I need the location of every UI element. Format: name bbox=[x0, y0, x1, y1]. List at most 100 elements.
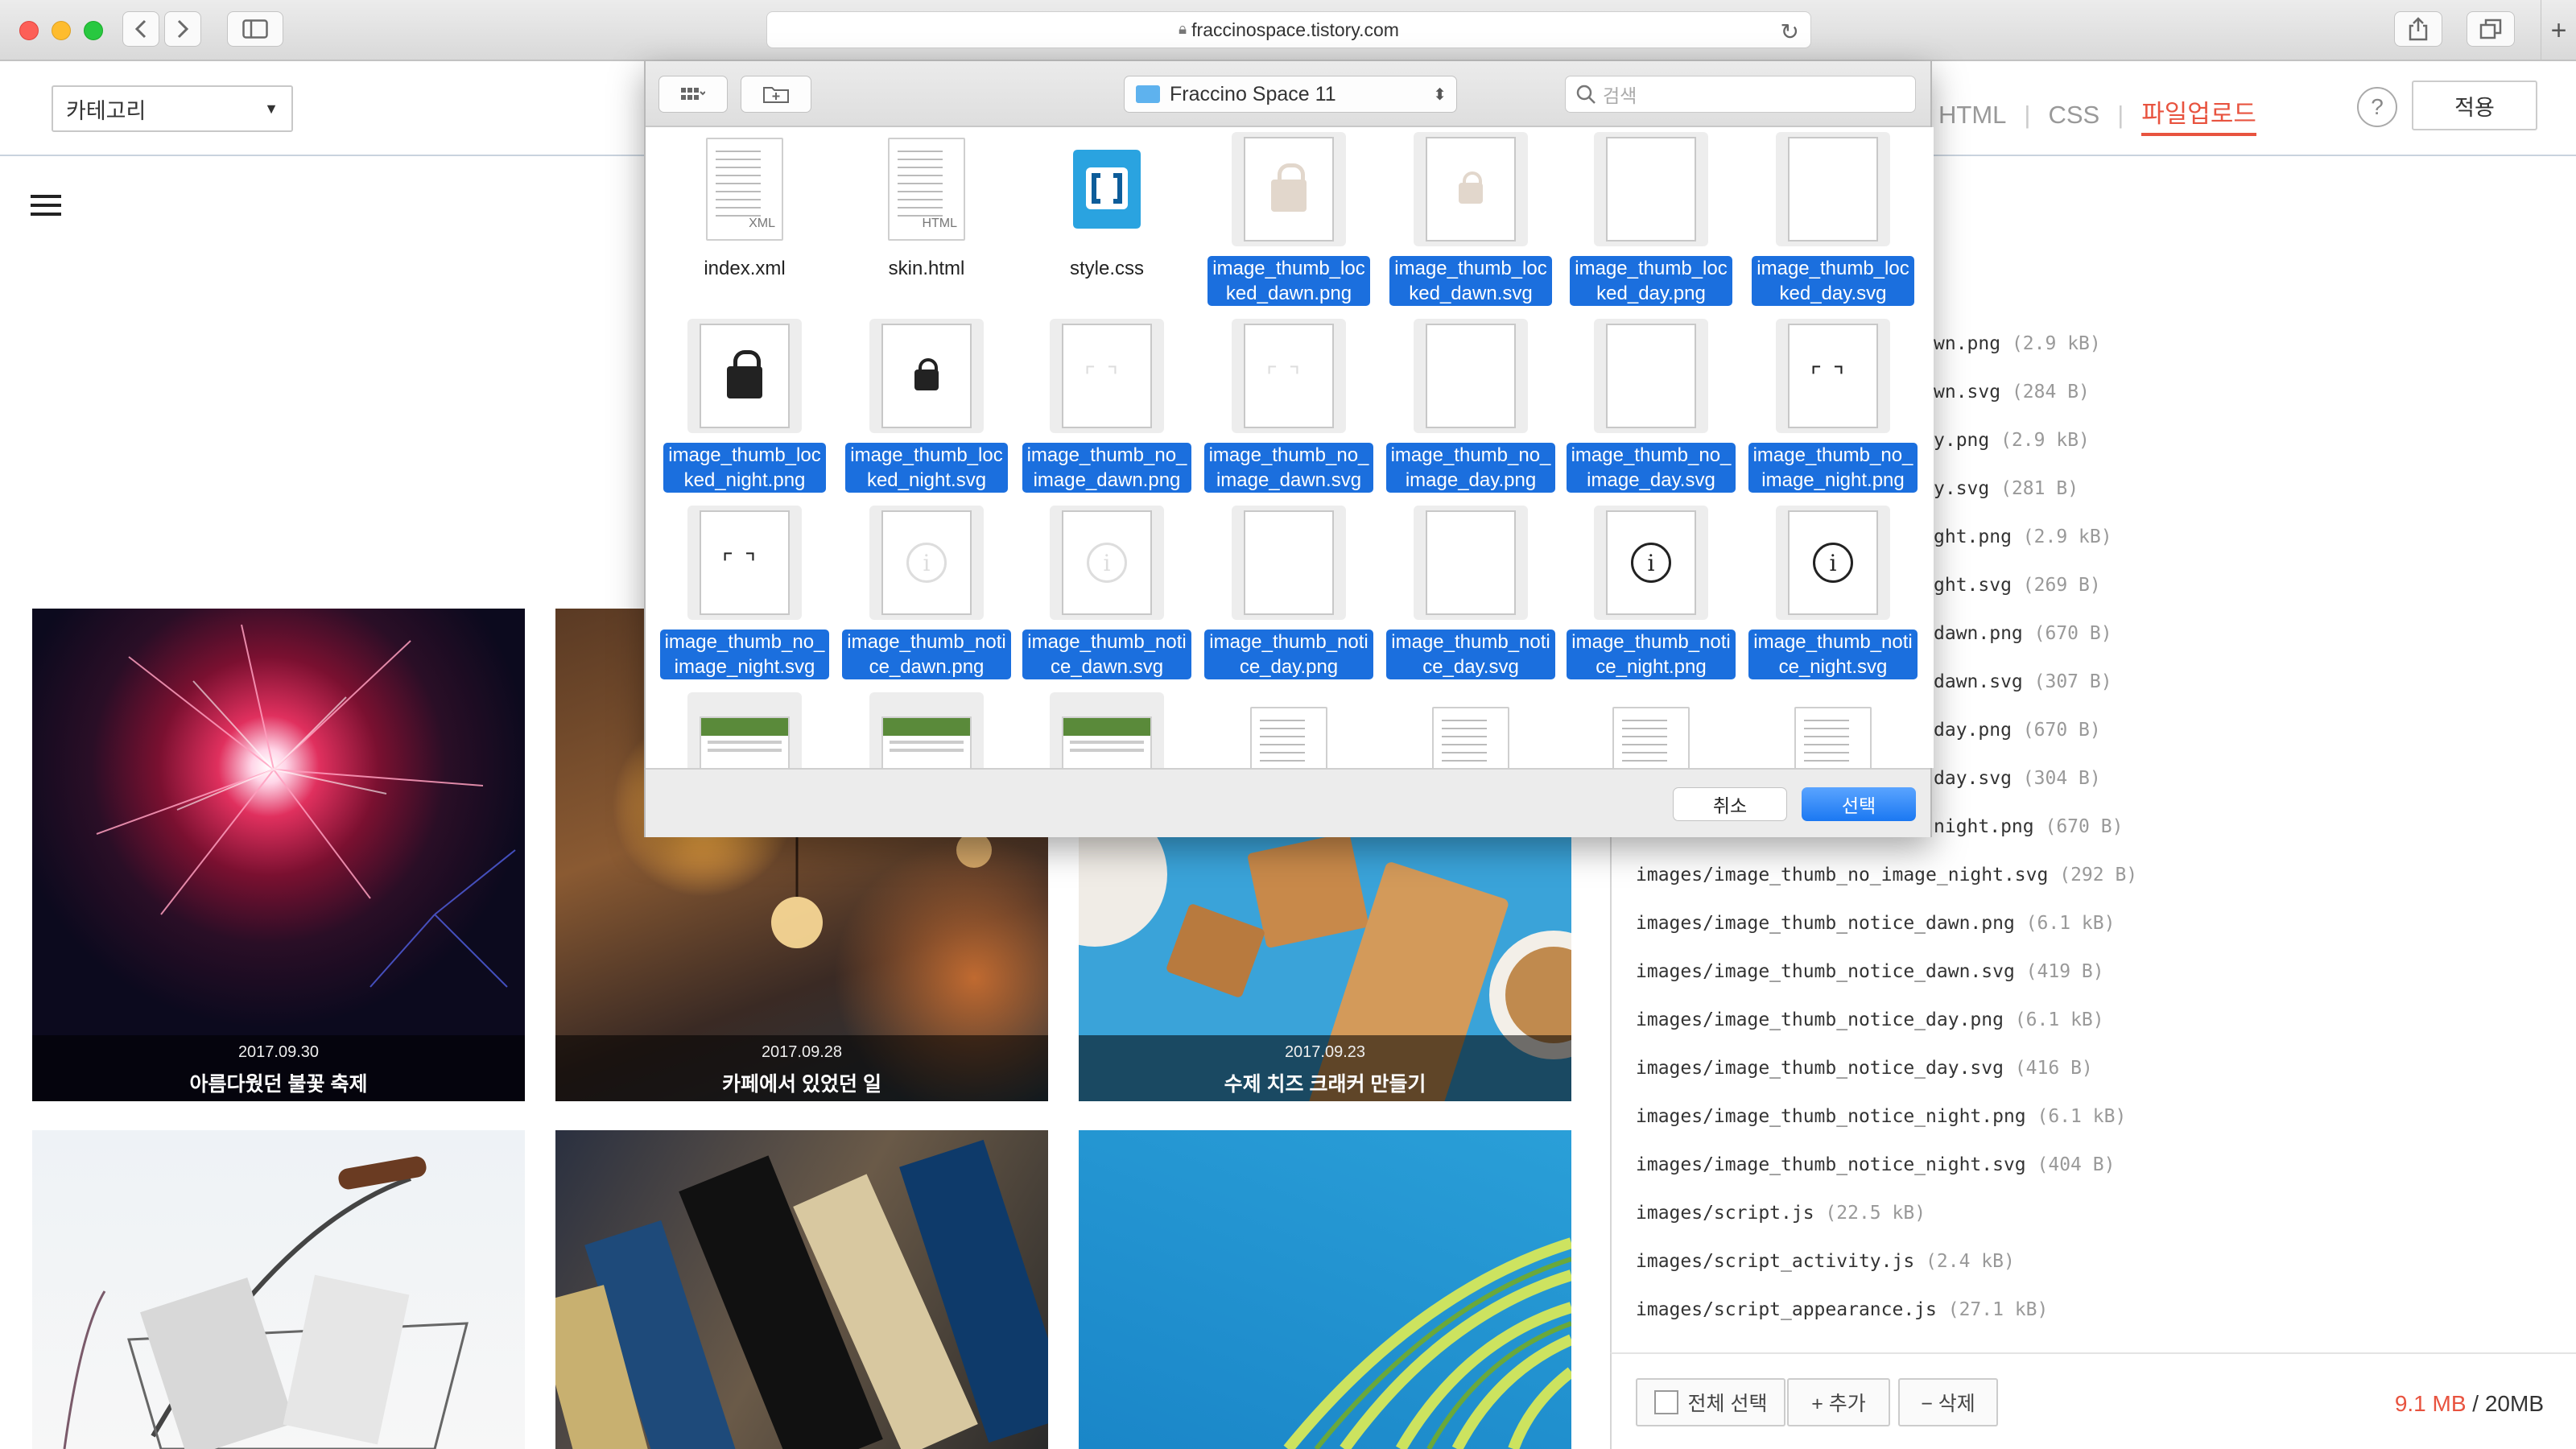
file-size: (284 B) bbox=[2011, 382, 2090, 402]
file-item[interactable] bbox=[1198, 692, 1380, 768]
folder-name: Fraccino Space 11 bbox=[1170, 82, 1336, 105]
maximize-window-button[interactable] bbox=[84, 21, 103, 40]
file-item[interactable]: image_thumb_loc ked_night.png bbox=[654, 319, 836, 493]
file-item[interactable]: image_thumb_loc ked_night.svg bbox=[836, 319, 1018, 493]
file-item[interactable] bbox=[1560, 692, 1742, 768]
file-item[interactable] bbox=[654, 692, 836, 768]
category-select[interactable]: 카테고리 ▼ bbox=[52, 85, 293, 132]
gallery-card-books[interactable] bbox=[555, 1130, 1048, 1449]
folder-select[interactable]: Fraccino Space 11 ⬍ bbox=[1124, 76, 1457, 113]
file-item[interactable]: ⌜⌝ image_thumb_no_ image_dawn.svg bbox=[1198, 319, 1380, 493]
file-name: images/image_thumb_notice_day.svg bbox=[1636, 1058, 2004, 1079]
reload-icon[interactable]: ↻ bbox=[1781, 19, 1799, 45]
new-folder-button[interactable] bbox=[741, 76, 811, 113]
view-mode-button[interactable] bbox=[658, 76, 728, 113]
file-item[interactable]: ⌜⌝ image_thumb_no_ image_night.png bbox=[1742, 319, 1924, 493]
file-list-row[interactable]: dawn.png (670 B) bbox=[1934, 623, 2112, 644]
file-size: (2.9 kB) bbox=[2011, 333, 2101, 354]
file-list-row[interactable]: images/image_thumb_no_image_night.svg (2… bbox=[1636, 865, 2137, 886]
card-title: 수제 치즈 크래커 만들기 bbox=[1224, 1073, 1426, 1096]
card-caption: 2017.09.28 카페에서 있었던 일 bbox=[555, 1035, 1048, 1101]
file-name: images/image_thumb_notice_day.png bbox=[1636, 1009, 2004, 1030]
blank-image-icon bbox=[1594, 132, 1708, 246]
file-list-row[interactable]: ght.png (2.9 kB) bbox=[1934, 526, 2112, 547]
sidebar-toggle-button[interactable] bbox=[227, 11, 283, 47]
tab-css[interactable]: CSS bbox=[2048, 101, 2099, 130]
file-name-line: image_thumb_loc bbox=[1575, 258, 1728, 279]
file-list-row[interactable]: dawn.svg (307 B) bbox=[1934, 671, 2112, 692]
cancel-button[interactable]: 취소 bbox=[1673, 787, 1787, 821]
palm-image bbox=[1283, 1237, 1571, 1449]
file-name: images/image_thumb_notice_night.png bbox=[1636, 1106, 2026, 1127]
file-item[interactable]: image_thumb_loc ked_dawn.svg bbox=[1380, 132, 1562, 306]
share-button[interactable] bbox=[2394, 11, 2442, 47]
file-list-row[interactable]: wn.png (2.9 kB) bbox=[1934, 333, 2101, 354]
gallery-card-basket[interactable] bbox=[32, 1130, 525, 1449]
file-item[interactable]: ⌜⌝ image_thumb_no_ image_night.svg bbox=[654, 506, 836, 679]
file-list-row[interactable]: images/image_thumb_notice_day.png (6.1 k… bbox=[1636, 1009, 2104, 1030]
gallery-card-fireworks[interactable]: 2017.09.30 아름다웠던 불꽃 축제 bbox=[32, 609, 525, 1101]
file-item[interactable] bbox=[1742, 692, 1924, 768]
tab-file-upload[interactable]: 파일업로드 bbox=[2141, 93, 2256, 136]
add-file-button[interactable]: + 추가 bbox=[1787, 1378, 1890, 1426]
checkbox[interactable] bbox=[1653, 1390, 1678, 1414]
back-button[interactable] bbox=[122, 11, 159, 47]
file-item-label: skin.html bbox=[836, 256, 1018, 281]
file-list-row[interactable]: day.png (670 B) bbox=[1934, 720, 2101, 741]
file-item[interactable]: image_thumb_loc ked_dawn.png bbox=[1198, 132, 1380, 306]
lock-icon bbox=[1414, 132, 1528, 246]
file-item[interactable]: image_thumb_loc ked_day.png bbox=[1560, 132, 1742, 306]
search-icon bbox=[1576, 85, 1596, 104]
close-window-button[interactable] bbox=[19, 21, 39, 40]
file-item[interactable]: image_thumb_no_ image_day.png bbox=[1380, 319, 1562, 493]
choose-button[interactable]: 선택 bbox=[1802, 787, 1916, 821]
select-all-button[interactable]: 전체 선택 bbox=[1636, 1378, 1785, 1426]
delete-file-button[interactable]: − 삭제 bbox=[1898, 1378, 1998, 1426]
file-name-line: image_thumb_loc bbox=[1394, 258, 1547, 279]
file-list-row[interactable]: images/image_thumb_notice_dawn.svg (419 … bbox=[1636, 961, 2104, 982]
file-item[interactable]: style.css bbox=[1016, 132, 1198, 281]
file-list-row[interactable]: images/script.js (22.5 kB) bbox=[1636, 1203, 1926, 1224]
file-item[interactable] bbox=[1016, 692, 1198, 768]
file-name-line: image_thumb_noti bbox=[1753, 631, 1913, 653]
file-item[interactable]: i image_thumb_noti ce_dawn.png bbox=[836, 506, 1018, 679]
gallery-card-palm[interactable] bbox=[1079, 1130, 1571, 1449]
tab-html[interactable]: HTML bbox=[1938, 101, 2006, 130]
file-item[interactable]: image_thumb_no_ image_day.svg bbox=[1560, 319, 1742, 493]
new-tab-button[interactable]: + bbox=[2541, 0, 2576, 61]
file-item[interactable]: HTML skin.html bbox=[836, 132, 1018, 281]
dialog-search-input[interactable]: 검색 bbox=[1565, 76, 1916, 113]
file-list-row[interactable]: y.png (2.9 kB) bbox=[1934, 430, 2090, 451]
minimize-window-button[interactable] bbox=[52, 21, 71, 40]
file-item[interactable]: image_thumb_noti ce_day.svg bbox=[1380, 506, 1562, 679]
file-list-row[interactable]: night.png (670 B) bbox=[1934, 816, 2123, 837]
file-item[interactable]: image_thumb_loc ked_day.svg bbox=[1742, 132, 1924, 306]
file-list-row[interactable]: images/script_activity.js (2.4 kB) bbox=[1636, 1251, 2015, 1272]
file-list-row[interactable]: images/script_appearance.js (27.1 kB) bbox=[1636, 1299, 2048, 1320]
file-item[interactable] bbox=[1380, 692, 1562, 768]
file-list-row[interactable]: ght.svg (269 B) bbox=[1934, 575, 2101, 596]
file-list-row[interactable]: y.svg (281 B) bbox=[1934, 478, 2079, 499]
help-button[interactable]: ? bbox=[2357, 87, 2397, 127]
file-list-row[interactable]: images/image_thumb_notice_day.svg (416 B… bbox=[1636, 1058, 2093, 1079]
file-item[interactable]: i image_thumb_noti ce_dawn.svg bbox=[1016, 506, 1198, 679]
file-list-row[interactable]: images/image_thumb_notice_dawn.png (6.1 … bbox=[1636, 913, 2115, 934]
forward-button[interactable] bbox=[164, 11, 201, 47]
apply-button[interactable]: 적용 bbox=[2412, 80, 2537, 130]
address-bar[interactable]: 🔒︎ fraccinospace.tistory.com ↻ bbox=[766, 11, 1811, 48]
file-size: (2.9 kB) bbox=[2022, 526, 2112, 547]
file-item[interactable]: XML index.xml bbox=[654, 132, 836, 281]
file-item[interactable] bbox=[836, 692, 1018, 768]
file-list-row[interactable]: images/image_thumb_notice_night.png (6.1… bbox=[1636, 1106, 2126, 1127]
file-list-row[interactable]: day.svg (304 B) bbox=[1934, 768, 2101, 789]
menu-icon[interactable] bbox=[31, 195, 61, 219]
file-item[interactable]: i image_thumb_noti ce_night.png bbox=[1560, 506, 1742, 679]
file-list-row[interactable]: images/image_thumb_notice_night.svg (404… bbox=[1636, 1154, 2115, 1175]
document-icon bbox=[1414, 692, 1528, 768]
file-item-label: image_thumb_loc ked_night.svg bbox=[845, 443, 1008, 493]
tab-overview-button[interactable] bbox=[2467, 11, 2515, 47]
file-item[interactable]: i image_thumb_noti ce_night.svg bbox=[1742, 506, 1924, 679]
file-item[interactable]: ⌜⌝ image_thumb_no_ image_dawn.png bbox=[1016, 319, 1198, 493]
file-item[interactable]: image_thumb_noti ce_day.png bbox=[1198, 506, 1380, 679]
file-list-row[interactable]: wn.svg (284 B) bbox=[1934, 382, 2090, 402]
